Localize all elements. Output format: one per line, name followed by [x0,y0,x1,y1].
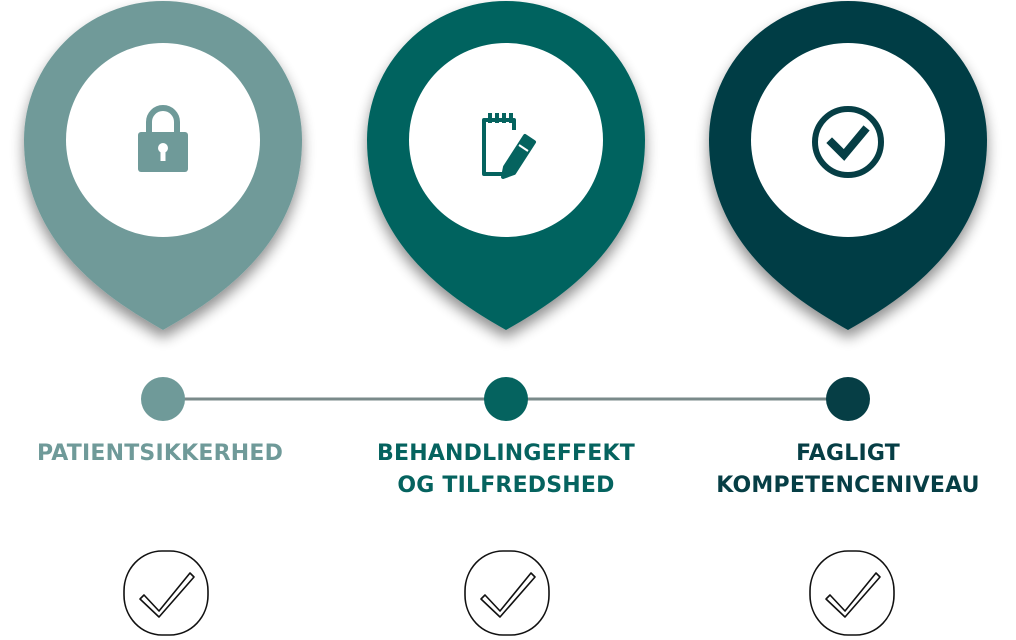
checkmark-icon [809,550,895,636]
infographic: PATIENTSIKKERHED BEHANDLINGEFFEKT OG TIL… [0,0,1016,640]
step-label-behandlingeffekt: BEHANDLINGEFFEKT OG TILFREDSHED [377,441,635,498]
timeline-dot-2 [484,377,528,421]
pin-behandlingeffekt [367,1,645,330]
step-label-patientsikkerhed: PATIENTSIKKERHED [36,441,284,466]
pin-fagligt [709,1,987,330]
checkmark-icon [464,550,550,636]
pin-patientsikkerhed [24,1,302,330]
checkmark-icon [123,550,209,636]
step-label-fagligt: FAGLIGT KOMPETENCENIVEAU [716,441,980,498]
pin-inner-circle [409,43,603,237]
pin-inner-circle [751,43,945,237]
timeline-dot-3 [826,377,870,421]
timeline-dot-1 [141,377,185,421]
